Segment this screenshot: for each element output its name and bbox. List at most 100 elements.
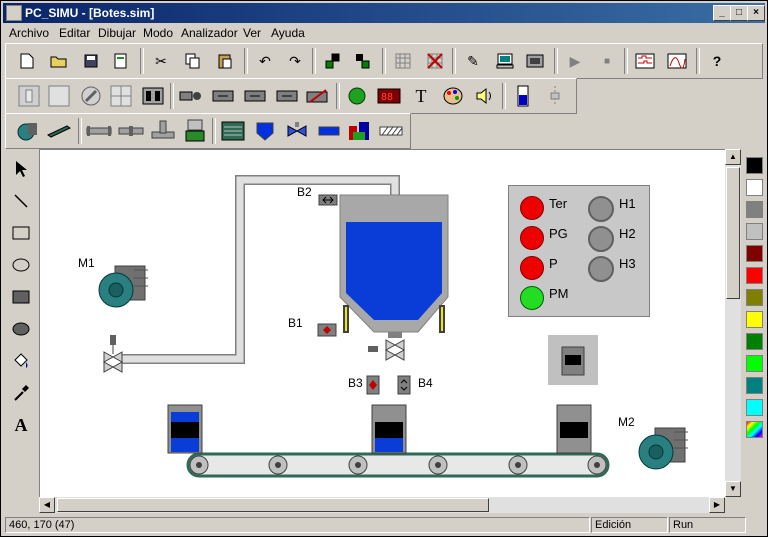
scroll-right-button[interactable]: ▶ [709, 497, 725, 513]
swatch-teal[interactable] [746, 377, 763, 394]
sensor-b-icon[interactable] [210, 84, 236, 108]
selector-tool-icon[interactable] [108, 84, 134, 108]
menu-dibujar[interactable]: Dibujar [98, 26, 136, 40]
pilot-light-icon[interactable] [344, 84, 370, 108]
timing-chart-icon[interactable] [632, 49, 658, 73]
vertical-scroll-thumb[interactable] [726, 167, 740, 299]
scroll-down-button[interactable]: ▼ [725, 481, 741, 497]
open-folder-icon[interactable] [46, 49, 72, 73]
speaker-sound-icon[interactable] [472, 84, 498, 108]
color-palette-icon[interactable] [440, 84, 466, 108]
swatch-black[interactable] [746, 157, 763, 174]
scroll-left-button[interactable]: ◀ [39, 497, 55, 513]
pipe-joint-icon[interactable] [118, 119, 144, 143]
hatch-tool-icon[interactable] [378, 119, 404, 143]
level-bar-icon[interactable] [316, 119, 342, 143]
menu-modo[interactable]: Modo [143, 26, 173, 40]
run-play-icon[interactable]: ▶ [562, 49, 588, 73]
select-arrow-icon[interactable] [9, 157, 33, 181]
text-tool-icon[interactable]: T [408, 84, 434, 108]
swatch-green[interactable] [746, 333, 763, 350]
sensor-d-icon[interactable] [274, 84, 300, 108]
computer-icon[interactable] [492, 49, 518, 73]
tank-tool-icon[interactable] [252, 119, 278, 143]
menu-analizador[interactable]: Analizador [181, 26, 238, 40]
scroll-up-button[interactable]: ▲ [725, 149, 741, 165]
sensor-b4-label: B4 [418, 376, 433, 390]
filled-rectangle-icon[interactable] [9, 285, 33, 309]
help-question-icon[interactable]: ? [704, 49, 730, 73]
pipe-tee-icon[interactable] [150, 119, 176, 143]
swatch-rainbow[interactable] [746, 421, 763, 438]
minimize-button[interactable]: _ [713, 5, 731, 21]
paint-bucket-icon[interactable] [9, 349, 33, 373]
swatch-silver[interactable] [746, 223, 763, 240]
panel-tool-icon[interactable] [46, 84, 72, 108]
ellipse-tool-icon[interactable] [9, 253, 33, 277]
valve-tool-icon[interactable] [284, 119, 310, 143]
simulation-canvas[interactable]: M1 M2 B1 B2 B3 B4 Ter PG P PM H1 H2 H3 [39, 149, 726, 498]
bring-front-icon[interactable] [320, 49, 346, 73]
close-button[interactable]: × [747, 5, 765, 21]
send-back-icon[interactable] [350, 49, 376, 73]
conveyor-tool-icon[interactable] [46, 119, 72, 143]
stop-icon[interactable]: ■ [594, 49, 620, 73]
menu-editar[interactable]: Editar [59, 26, 90, 40]
lamp-ter[interactable] [520, 196, 544, 220]
swatch-maroon[interactable] [746, 245, 763, 262]
menu-ayuda[interactable]: Ayuda [271, 26, 305, 40]
undo-arrow-icon[interactable]: ↶ [252, 49, 278, 73]
analog-chart-icon[interactable] [664, 49, 690, 73]
pushbutton-tool-icon[interactable] [16, 84, 42, 108]
bar-level-icon[interactable] [510, 84, 536, 108]
sensor-c-icon[interactable] [242, 84, 268, 108]
new-file-icon[interactable] [14, 49, 40, 73]
redo-arrow-icon[interactable]: ↷ [282, 49, 308, 73]
paste-clipboard-icon[interactable] [212, 49, 238, 73]
rectangle-tool-icon[interactable] [9, 221, 33, 245]
vertical-scrollbar[interactable]: ▲ ▼ [725, 149, 741, 497]
menu-ver[interactable]: Ver [243, 26, 261, 40]
font-text-icon[interactable]: A [9, 413, 33, 437]
pointer-meter-icon[interactable] [304, 84, 330, 108]
swatch-cyan[interactable] [746, 399, 763, 416]
pipe-tool-icon[interactable] [86, 119, 112, 143]
grid-icon[interactable] [390, 49, 416, 73]
indicator-h2[interactable] [588, 226, 614, 252]
motor-tool-icon[interactable] [14, 119, 40, 143]
line-tool-icon[interactable] [9, 189, 33, 213]
pencil-edit-icon[interactable]: ✎ [460, 49, 486, 73]
swatch-yellow[interactable] [746, 311, 763, 328]
pump-tool-icon[interactable] [182, 119, 208, 143]
lamp-pg[interactable] [520, 226, 544, 250]
lamp-p[interactable] [520, 256, 544, 280]
horizontal-scroll-thumb[interactable] [57, 498, 489, 512]
cylinder-piston-icon[interactable] [178, 84, 204, 108]
filled-ellipse-icon[interactable] [9, 317, 33, 341]
grid-snap-icon[interactable] [422, 49, 448, 73]
dual-sensor-icon[interactable] [140, 84, 166, 108]
maximize-button[interactable]: □ [730, 5, 748, 21]
swatch-gray[interactable] [746, 201, 763, 218]
display-tool-icon[interactable]: 88 [376, 84, 402, 108]
limit-switch-icon[interactable] [542, 84, 568, 108]
menu-archivo[interactable]: Archivo [9, 26, 49, 40]
panel-display-icon[interactable] [220, 119, 246, 143]
horizontal-scrollbar[interactable]: ◀ ▶ [39, 497, 725, 513]
cut-scissors-icon[interactable]: ✂ [148, 49, 174, 73]
document-export-icon[interactable] [108, 49, 134, 73]
module-icon[interactable] [522, 49, 548, 73]
swatch-lime[interactable] [746, 355, 763, 372]
rotary-switch-icon[interactable] [78, 84, 104, 108]
lamp-pm[interactable] [520, 286, 544, 310]
indicator-h1[interactable] [588, 196, 614, 222]
eyedropper-icon[interactable] [9, 381, 33, 405]
copy-icon[interactable] [180, 49, 206, 73]
save-disk-icon[interactable] [78, 49, 104, 73]
swatch-red[interactable] [746, 267, 763, 284]
indicator-h3[interactable] [588, 256, 614, 282]
swatch-white[interactable] [746, 179, 763, 196]
motor-m1-label: M1 [78, 256, 95, 270]
swatch-olive[interactable] [746, 289, 763, 306]
mixer-tool-icon[interactable] [346, 119, 372, 143]
